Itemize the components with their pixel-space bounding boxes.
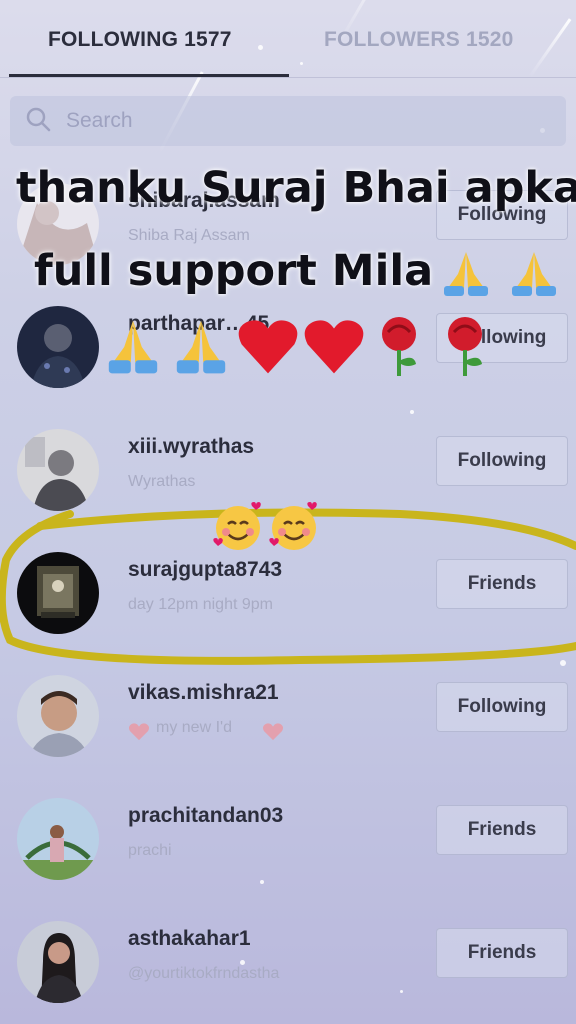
avatar[interactable] <box>17 675 99 757</box>
nickname: @yourtiktokfrndastha <box>128 965 280 982</box>
list-item[interactable]: prachitandan03 prachi Friends <box>0 790 576 890</box>
red-heart-icon <box>238 320 298 374</box>
list-item[interactable]: asthakahar1 @yourtiktokfrndastha Friends <box>0 913 576 1013</box>
smiling-face-with-hearts-icon <box>269 502 317 550</box>
following-button[interactable]: Following <box>436 436 568 486</box>
username[interactable]: xiii.wyrathas <box>128 435 254 459</box>
friends-button[interactable]: Friends <box>436 559 568 609</box>
red-heart-icon <box>304 320 364 374</box>
avatar[interactable] <box>17 306 99 388</box>
rose-icon <box>382 317 416 376</box>
folded-hands-icon <box>176 320 226 374</box>
list-item[interactable]: surajgupta8743 day 12pm night 9pm Friend… <box>0 544 576 644</box>
caption-line-1: thanku Suraj Bhai apka <box>16 163 576 213</box>
username[interactable]: vikas.mishra21 <box>128 681 279 705</box>
smiling-face-with-hearts-icon <box>213 502 261 550</box>
avatar[interactable] <box>17 921 99 1003</box>
tab-following[interactable]: FOLLOWING 1577 <box>48 28 232 52</box>
nickname: day 12pm night 9pm <box>128 596 273 613</box>
heart-icon <box>128 723 150 746</box>
folded-hands-icon <box>444 252 488 296</box>
friends-button[interactable]: Friends <box>436 928 568 978</box>
username[interactable]: surajgupta8743 <box>128 558 282 582</box>
list-item[interactable]: vikas.mishra21 my new I'd Following <box>0 667 576 767</box>
friends-button[interactable]: Friends <box>436 805 568 855</box>
divider <box>0 77 576 78</box>
username[interactable]: asthakahar1 <box>128 927 251 951</box>
folded-hands-icon <box>512 252 556 296</box>
nickname: Wyrathas <box>128 473 196 490</box>
search-icon <box>24 105 52 138</box>
nickname: prachi <box>128 842 172 859</box>
rose-icon <box>448 317 482 376</box>
tab-bar: FOLLOWING 1577 FOLLOWERS 1520 <box>0 0 576 80</box>
search-bar[interactable] <box>10 96 566 146</box>
nickname: Shiba Raj Assam <box>128 227 250 244</box>
search-input[interactable] <box>66 109 536 133</box>
tab-followers[interactable]: FOLLOWERS 1520 <box>324 28 514 52</box>
following-button[interactable]: Following <box>436 682 568 732</box>
avatar[interactable] <box>17 429 99 511</box>
username[interactable]: prachitandan03 <box>128 804 283 828</box>
folded-hands-icon <box>108 320 158 374</box>
avatar[interactable] <box>17 552 99 634</box>
caption-line-2: full support Mila <box>34 246 434 296</box>
heart-icon <box>262 723 284 746</box>
avatar[interactable] <box>17 798 99 880</box>
